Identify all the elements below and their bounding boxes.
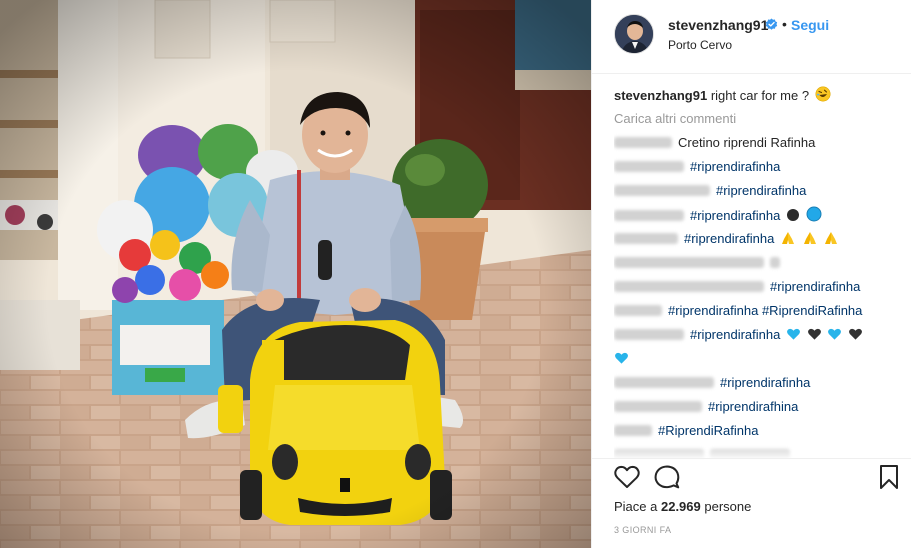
post-timestamp[interactable]: 3 GIORNI FA	[614, 525, 671, 535]
likes-suffix: persone	[700, 499, 752, 514]
comment-row: #riprendirafinha	[614, 278, 899, 302]
comment-row: #riprendirafinha	[614, 230, 899, 254]
blue-heart-emoji-icon	[615, 352, 628, 364]
heart-icon[interactable]	[614, 465, 640, 489]
rolling-laughing-emoji-icon	[815, 86, 831, 102]
comment-username-blurred[interactable]	[614, 233, 678, 244]
comment-username-blurred[interactable]	[614, 210, 684, 221]
verified-badge-icon	[765, 18, 778, 30]
caption-username[interactable]: stevenzhang91	[614, 88, 707, 103]
comment-row: #riprendirafinha	[614, 158, 899, 182]
black-heart-emoji-icon	[807, 328, 821, 340]
hashtag-link[interactable]: #riprendirafinha	[720, 375, 810, 390]
bookmark-icon[interactable]	[879, 464, 899, 490]
comment-username-blurred[interactable]	[614, 281, 764, 292]
comment-row: #riprendirafinha	[614, 326, 899, 350]
folded-hands-emoji-icon	[825, 232, 838, 244]
hashtag-link[interactable]: #riprendirafinha	[770, 279, 860, 294]
location-link[interactable]: Porto Cervo	[668, 38, 732, 52]
comment-row	[614, 350, 899, 374]
black-circle-emoji-icon	[786, 209, 799, 221]
blue-heart-emoji-icon	[787, 328, 800, 340]
post-header: stevenzhang91 • Segui Porto Cervo	[592, 0, 911, 74]
post-side-panel: stevenzhang91 • Segui Porto Cervo steven…	[591, 0, 911, 548]
hashtag-link[interactable]: #riprendirafinha	[690, 159, 780, 174]
hashtag-link[interactable]: #riprendirafinha	[690, 208, 780, 223]
hashtag-link[interactable]: #riprendirafinha	[684, 231, 774, 246]
comment-icon[interactable]	[654, 465, 680, 489]
comment-username-blurred[interactable]	[614, 137, 672, 148]
comment-row: #riprendirafinha	[614, 374, 899, 398]
comment-row: #RiprendiRafinha	[614, 422, 899, 446]
hashtag-link[interactable]: #RiprendiRafinha	[658, 423, 758, 438]
comment-username-blurred[interactable]	[614, 305, 662, 316]
hashtag-link[interactable]: #riprendirafinha	[690, 327, 780, 342]
comment-username-blurred[interactable]	[614, 185, 710, 196]
hashtag-link[interactable]: #riprendirafhina	[708, 399, 798, 414]
comment-text-blurred	[770, 257, 780, 268]
comment-username-blurred[interactable]	[614, 161, 684, 172]
comment-username-blurred[interactable]	[614, 377, 714, 388]
separator-dot: •	[782, 16, 787, 32]
username-link[interactable]: stevenzhang91	[668, 17, 768, 33]
comment-username-blurred[interactable]	[614, 401, 702, 412]
caption: stevenzhang91 right car for me ?	[614, 86, 899, 108]
comment-username-blurred[interactable]	[614, 257, 764, 268]
avatar[interactable]	[614, 14, 654, 54]
post-actions: Piace a 22.969 persone 3 GIORNI FA	[592, 458, 911, 548]
folded-hands-emoji-icon	[781, 232, 794, 244]
blue-circle-emoji-icon	[806, 206, 822, 222]
comment-username-blurred[interactable]	[614, 425, 652, 436]
likes-count[interactable]: Piace a 22.969 persone	[614, 499, 751, 514]
follow-button[interactable]: Segui	[791, 17, 829, 33]
comment-row: Cretino riprendi Rafinha	[614, 134, 899, 158]
hashtag-link[interactable]: #riprendirafinha	[716, 183, 806, 198]
folded-hands-emoji-icon	[803, 232, 816, 244]
blue-heart-emoji-icon	[828, 328, 842, 340]
comment-row: #riprendirafinha #RiprendiRafinha	[614, 302, 899, 326]
comment-username-blurred[interactable]	[614, 329, 684, 340]
photo-image	[0, 0, 591, 548]
post-photo[interactable]	[0, 0, 591, 548]
comment-row: #riprendirafhina	[614, 398, 899, 422]
comment-row	[614, 254, 899, 278]
load-more-comments-button[interactable]: Carica altri commenti	[614, 110, 899, 134]
caption-text: right car for me ?	[710, 88, 810, 103]
comment-row: #riprendirafinha	[614, 182, 899, 206]
hashtag-link[interactable]: #riprendirafinha #RiprendiRafinha	[668, 303, 862, 318]
comment-row: #riprendirafinha	[614, 206, 899, 230]
avatar-image	[615, 15, 653, 53]
comment-text: Cretino riprendi Rafinha	[678, 135, 816, 150]
black-heart-emoji-icon	[848, 328, 862, 340]
likes-number: 22.969	[660, 499, 701, 514]
likes-prefix: Piace a	[614, 499, 661, 514]
comments-list: stevenzhang91 right car for me ? Carica …	[614, 86, 899, 460]
